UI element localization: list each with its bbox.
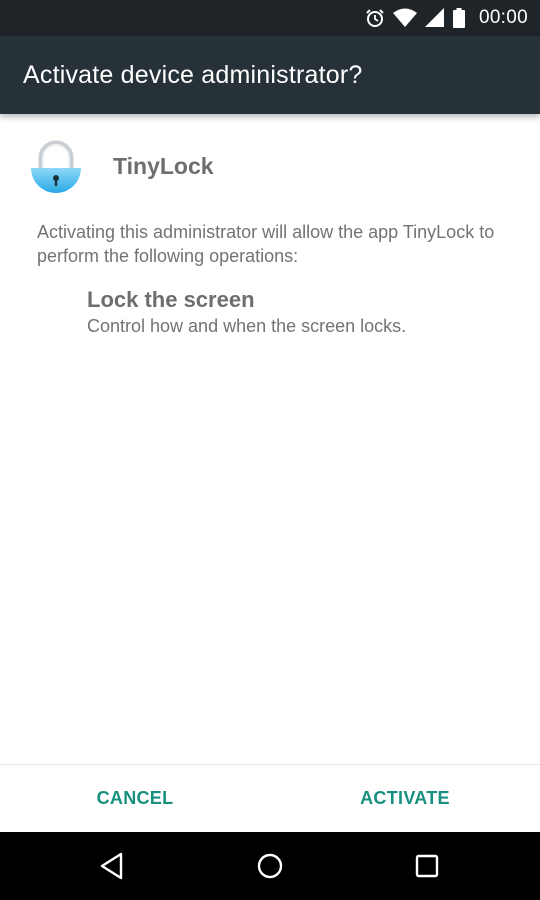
activate-button[interactable]: ACTIVATE xyxy=(270,765,540,832)
button-bar: CANCEL ACTIVATE xyxy=(0,764,540,832)
navigation-bar xyxy=(0,832,540,900)
policy-description: Control how and when the screen locks. xyxy=(87,316,407,336)
recents-icon[interactable] xyxy=(410,849,444,883)
app-name: TinyLock xyxy=(113,153,214,179)
padlock-icon xyxy=(30,140,82,202)
policy-title: Lock the screen xyxy=(87,287,255,312)
admin-description: Activating this administrator will allow… xyxy=(37,222,495,266)
page-title: Activate device administrator? xyxy=(23,60,363,89)
cancel-button[interactable]: CANCEL xyxy=(0,765,270,832)
action-bar: Activate device administrator? xyxy=(0,36,540,114)
status-time: 00:00 xyxy=(478,7,528,28)
policy-item: Lock the screen Control how and when the… xyxy=(87,286,517,338)
back-icon[interactable] xyxy=(95,849,129,883)
alarm-icon xyxy=(365,8,385,28)
cell-signal-icon xyxy=(424,8,445,28)
home-icon[interactable] xyxy=(253,849,287,883)
wifi-icon xyxy=(392,8,417,28)
app-header: TinyLock xyxy=(30,140,214,202)
status-bar: 00:00 xyxy=(0,0,540,36)
battery-icon xyxy=(452,8,465,28)
content-area: TinyLock Activating this administrator w… xyxy=(0,114,540,764)
